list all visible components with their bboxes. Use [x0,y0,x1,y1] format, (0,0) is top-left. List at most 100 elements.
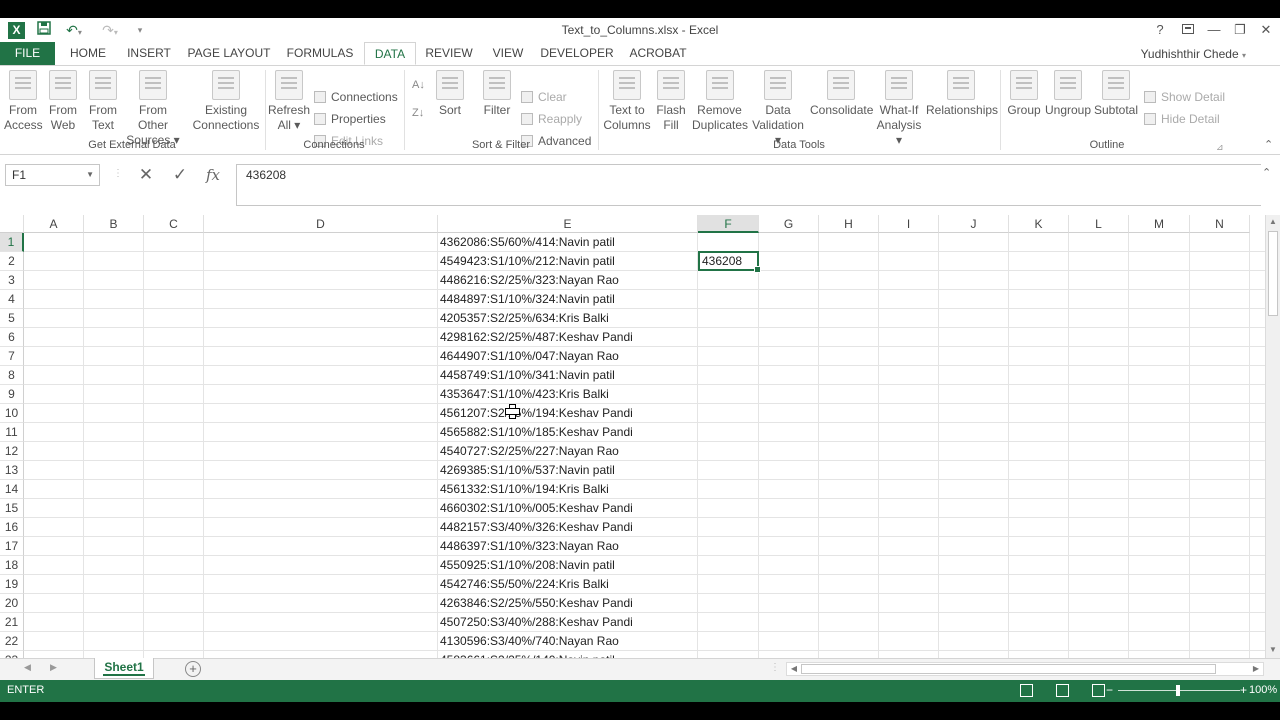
column-header-e[interactable]: E [438,215,698,233]
from-text-button[interactable]: From Text [84,70,122,133]
column-header-j[interactable]: J [939,215,1009,233]
data-validation-button[interactable]: Data Validation ▾ [748,70,808,148]
cell-e8[interactable]: 4458749:S1/10%/341:Navin patil [440,366,698,385]
column-header-c[interactable]: C [144,215,204,233]
properties-button[interactable]: Properties [314,110,386,128]
what-if-analysis-button[interactable]: What-If Analysis ▾ [874,70,924,148]
column-header-l[interactable]: L [1069,215,1129,233]
tab-data[interactable]: DATA [364,42,416,65]
from-access-button[interactable]: From Access [4,70,43,133]
cell-e14[interactable]: 4561332:S1/10%/194:Kris Balki [440,480,698,499]
row-header-19[interactable]: 19 [0,575,24,594]
flash-fill-button[interactable]: Flash Fill [655,70,687,133]
tab-view[interactable]: VIEW [488,42,528,65]
cell-e21[interactable]: 4507250:S3/40%/288:Keshav Pandi [440,613,698,632]
sort-az-icon[interactable]: A↓ [412,76,425,94]
cell-e22[interactable]: 4130596:S3/40%/740:Nayan Rao [440,632,698,651]
from-other-sources-button[interactable]: From Other Sources ▾ [123,70,183,148]
cell-e16[interactable]: 4482157:S3/40%/326:Keshav Pandi [440,518,698,537]
zoom-in-icon[interactable]: + [1240,683,1247,697]
row-header-9[interactable]: 9 [0,385,24,404]
row-header-11[interactable]: 11 [0,423,24,442]
connections-button[interactable]: Connections [314,88,398,106]
cell-e3[interactable]: 4486216:S2/25%/323:Nayan Rao [440,271,698,290]
expand-formula-bar-icon[interactable]: ⌃ [1262,166,1271,179]
cell-e17[interactable]: 4486397:S1/10%/323:Nayan Rao [440,537,698,556]
row-header-12[interactable]: 12 [0,442,24,461]
row-header-8[interactable]: 8 [0,366,24,385]
row-header-21[interactable]: 21 [0,613,24,632]
name-box[interactable]: F1 ▼ [5,164,100,186]
hide-detail-button[interactable]: Hide Detail [1144,110,1220,128]
restore-icon[interactable]: ❐ [1230,20,1250,40]
cell-e6[interactable]: 4298162:S2/25%/487:Keshav Pandi [440,328,698,347]
tab-acrobat[interactable]: ACROBAT [626,42,690,65]
cell-e18[interactable]: 4550925:S1/10%/208:Navin patil [440,556,698,575]
tab-developer[interactable]: DEVELOPER [540,42,614,65]
worksheet-grid[interactable]: A B C D E F G H I J K L M N 1 4362086:S5/60%/414:Navin … [0,215,1265,658]
insert-function-button[interactable]: fx [202,164,224,186]
cell-e20[interactable]: 4263846:S2/25%/550:Keshav Pandi [440,594,698,613]
tab-home[interactable]: HOME [62,42,114,65]
horizontal-scroll-thumb[interactable] [801,664,1216,674]
zoom-out-icon[interactable]: − [1106,683,1113,697]
vertical-scrollbar[interactable]: ▲ ▼ [1265,215,1280,658]
row-header-6[interactable]: 6 [0,328,24,347]
row-header-1[interactable]: 1 [0,233,24,252]
cell-e12[interactable]: 4540727:S2/25%/227:Nayan Rao [440,442,698,461]
cell-e10[interactable]: 4561207:S2/25%/194:Keshav Pandi [440,404,698,423]
column-header-i[interactable]: I [879,215,939,233]
row-header-23[interactable]: 23 [0,651,24,658]
cell-e7[interactable]: 4644907:S1/10%/047:Nayan Rao [440,347,698,366]
outline-dialog-launcher-icon[interactable]: ⊿ [1216,138,1224,156]
cancel-entry-icon[interactable]: ✕ [135,164,157,186]
scroll-left-icon[interactable]: ◀ [787,663,801,675]
scroll-up-icon[interactable]: ▲ [1266,215,1280,229]
column-header-k[interactable]: K [1009,215,1069,233]
sheet-tab-sheet1[interactable]: Sheet1 [94,658,154,679]
tab-page-layout[interactable]: PAGE LAYOUT [186,42,272,65]
confirm-entry-icon[interactable]: ✓ [169,164,191,186]
column-header-g[interactable]: G [759,215,819,233]
formula-input[interactable]: 436208 [236,164,1261,206]
zoom-slider-knob[interactable] [1176,685,1180,696]
subtotal-button[interactable]: Subtotal [1093,70,1139,118]
ungroup-button[interactable]: Ungroup [1045,70,1091,118]
cell-e13[interactable]: 4269385:S1/10%/537:Navin patil [440,461,698,480]
row-header-7[interactable]: 7 [0,347,24,366]
cell-e4[interactable]: 4484897:S1/10%/324:Navin patil [440,290,698,309]
remove-duplicates-button[interactable]: Remove Duplicates [692,70,748,133]
cell-e19[interactable]: 4542746:S5/50%/224:Kris Balki [440,575,698,594]
row-header-14[interactable]: 14 [0,480,24,499]
row-header-16[interactable]: 16 [0,518,24,537]
refresh-all-button[interactable]: Refresh All ▾ [268,70,310,133]
row-header-13[interactable]: 13 [0,461,24,480]
group-button[interactable]: Group [1004,70,1044,118]
row-header-15[interactable]: 15 [0,499,24,518]
add-sheet-button[interactable]: + [185,661,201,677]
help-button[interactable]: ? [1150,20,1170,40]
user-account[interactable]: Yudhishthir Chede ▾ [1141,47,1246,61]
column-header-f[interactable]: F [698,215,759,233]
relationships-button[interactable]: Relationships [926,70,998,118]
row-header-5[interactable]: 5 [0,309,24,328]
collapse-ribbon-icon[interactable]: ⌃ [1264,136,1273,154]
tab-formulas[interactable]: FORMULAS [284,42,356,65]
reapply-button[interactable]: Reapply [521,110,582,128]
cell-e15[interactable]: 4660302:S1/10%/005:Keshav Pandi [440,499,698,518]
active-cell-f1[interactable]: 436208 [698,251,761,273]
column-header-a[interactable]: A [24,215,84,233]
column-header-m[interactable]: M [1129,215,1190,233]
clear-button[interactable]: Clear [521,88,567,106]
cell-e2[interactable]: 4549423:S1/10%/212:Navin patil [440,252,698,271]
existing-connections-button[interactable]: Existing Connections [190,70,262,133]
show-detail-button[interactable]: Show Detail [1144,88,1225,106]
from-web-button[interactable]: From Web [44,70,82,133]
cell-e23[interactable]: 4583661:S2/25%/140:Navin patil [440,651,698,658]
normal-view-icon[interactable] [1020,684,1033,697]
cell-e1[interactable]: 4362086:S5/60%/414:Navin patil [440,233,698,252]
tab-file[interactable]: FILE [0,42,55,65]
column-header-h[interactable]: H [819,215,879,233]
sort-za-icon[interactable]: Z↓ [412,104,424,122]
cell-e9[interactable]: 4353647:S1/10%/423:Kris Balki [440,385,698,404]
